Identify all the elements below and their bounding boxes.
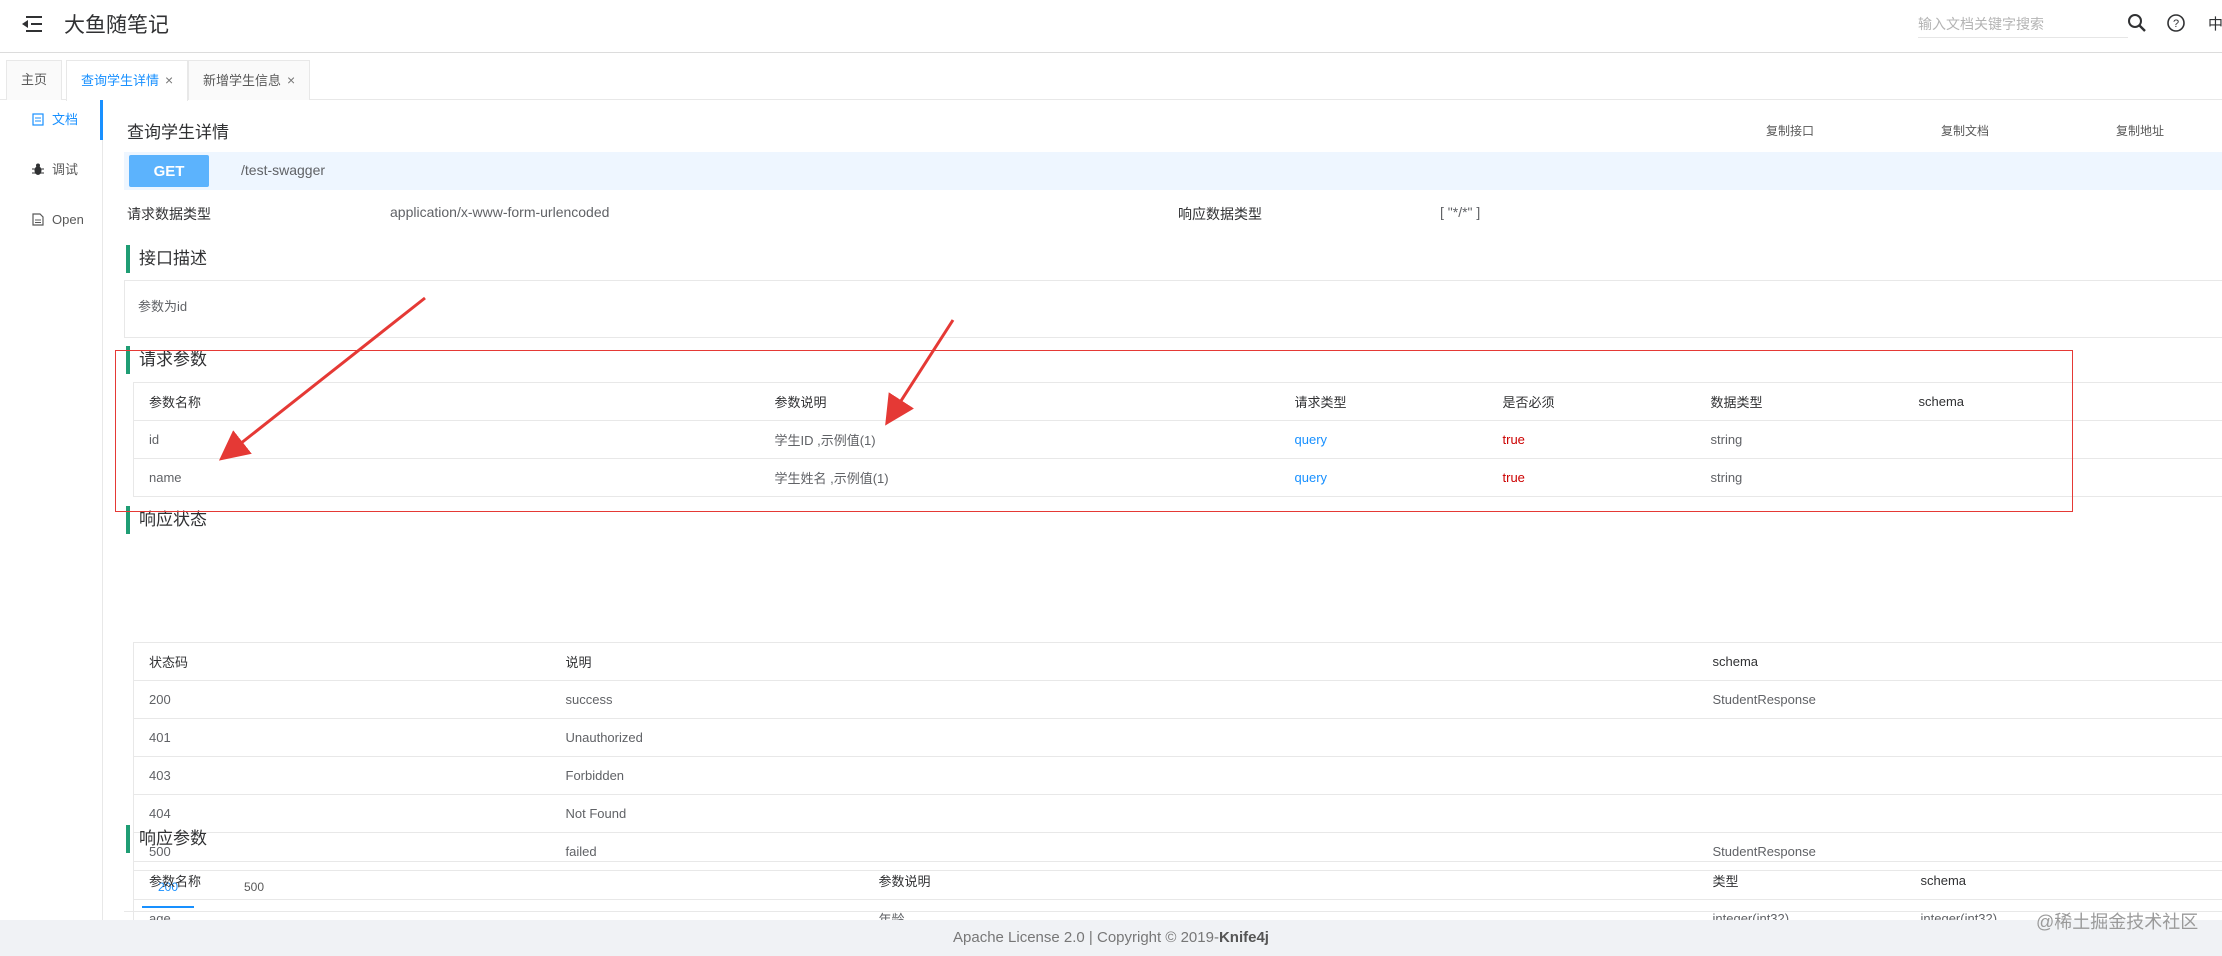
table-row: 403 Forbidden: [133, 756, 2222, 795]
column-header: 数据类型: [1695, 382, 1904, 421]
response-type-label: 响应数据类型: [1178, 206, 1262, 222]
doc-main: 查询学生详情 复制接口 复制文档 复制地址 GET /test-swagger …: [104, 100, 2222, 920]
description-text: 参数为id: [138, 299, 188, 314]
status-code: 403: [133, 756, 551, 795]
param-desc: 学生姓名 ,示例值(1): [759, 458, 1280, 497]
column-header: 参数名称: [133, 861, 864, 900]
subnav-item-open[interactable]: Open: [0, 200, 103, 240]
column-header: 参数说明: [759, 382, 1280, 421]
status-schema: [1697, 794, 2222, 833]
subnav-item-document[interactable]: 文档: [0, 100, 103, 140]
request-type-label: 请求数据类型: [127, 206, 211, 222]
footer-license: Apache License 2.0 | Copyright: [953, 929, 1166, 946]
subnav-item-debug[interactable]: 调试: [0, 150, 103, 190]
param-type: string: [1695, 458, 1904, 497]
column-header: 说明: [550, 642, 1698, 681]
tab-label: 查询学生详情: [81, 73, 160, 88]
param-desc: 学生ID ,示例值(1): [759, 420, 1280, 459]
footer-year: 2019-: [1176, 929, 1219, 946]
status-code: 200: [133, 680, 551, 719]
param-name: name: [133, 458, 760, 497]
language-switch[interactable]: 中: [2208, 13, 2222, 34]
tab-query-student-detail[interactable]: 查询学生详情 ×: [66, 60, 189, 101]
column-header: 是否必须: [1487, 382, 1696, 421]
response-type-value: [ "*/*" ]: [1440, 204, 1481, 220]
menu-fold-icon[interactable]: [20, 14, 44, 34]
tab-label: 主页: [21, 72, 48, 87]
close-icon[interactable]: ×: [165, 72, 173, 88]
status-desc: success: [550, 680, 1698, 719]
status-schema: [1697, 756, 2222, 795]
column-header: 请求类型: [1279, 382, 1488, 421]
section-request-params: 请求参数: [126, 346, 207, 374]
section-description: 接口描述: [126, 245, 207, 273]
param-schema: [1903, 458, 2222, 497]
request-type-value: application/x-www-form-urlencoded: [390, 204, 610, 220]
param-required: true: [1487, 420, 1696, 459]
svg-text:?: ?: [2173, 18, 2179, 30]
status-schema: StudentResponse: [1697, 680, 2222, 719]
subnav-label: 调试: [52, 162, 79, 177]
status-desc: Unauthorized: [550, 718, 1698, 757]
subnav-label: Open: [52, 212, 84, 227]
page-title: 查询学生详情: [127, 123, 229, 142]
table-header-row: 状态码 说明 schema: [133, 642, 2222, 681]
bug-icon: [32, 163, 44, 175]
footer-brand: Knife4j: [1218, 929, 1269, 946]
description-box: 参数为id: [124, 280, 2222, 338]
param-in: query: [1279, 458, 1488, 497]
column-header: schema: [1905, 861, 2222, 900]
column-header: schema: [1903, 382, 2222, 421]
column-header: 参数名称: [133, 382, 760, 421]
table-row: id 学生ID ,示例值(1) query true string: [133, 420, 2222, 459]
app-title: 大鱼随笔记: [64, 14, 169, 37]
param-required: true: [1487, 458, 1696, 497]
copy-doc-button[interactable]: 复制文档: [1941, 122, 1989, 139]
help-icon[interactable]: ?: [2165, 12, 2187, 34]
document-icon: [32, 113, 44, 126]
footer: Apache License 2.0 | Copyright © 2019-Kn…: [0, 920, 2222, 956]
table-row: 200 success StudentResponse: [133, 680, 2222, 719]
tab-bar: 主页 查询学生详情 × 新增学生信息 ×: [0, 54, 2222, 101]
copy-api-button[interactable]: 复制接口: [1766, 122, 1814, 139]
status-code: 401: [133, 718, 551, 757]
section-response-params: 响应参数: [126, 825, 207, 853]
tab-add-student-info[interactable]: 新增学生信息 ×: [188, 60, 311, 100]
tab-label: 新增学生信息: [203, 73, 282, 88]
copyright-icon: ©: [1165, 929, 1177, 946]
file-icon: [32, 213, 44, 226]
url-bar: [124, 152, 2222, 190]
close-icon[interactable]: ×: [287, 72, 295, 88]
table-row: name 学生姓名 ,示例值(1) query true string: [133, 458, 2222, 497]
column-header: 状态码: [133, 642, 551, 681]
status-desc: Forbidden: [550, 756, 1698, 795]
param-type: string: [1695, 420, 1904, 459]
search-input[interactable]: [1918, 10, 2128, 38]
api-path: /test-swagger: [241, 162, 326, 178]
search-icon[interactable]: [2126, 12, 2148, 34]
table-row: 404 Not Found: [133, 794, 2222, 833]
column-header: schema: [1697, 642, 2222, 681]
table-header-row: 参数名称 参数说明 类型 schema: [133, 861, 2222, 900]
request-params-table: 参数名称 参数说明 请求类型 是否必须 数据类型 schema id 学生ID …: [133, 382, 2222, 497]
status-desc: Not Found: [550, 794, 1698, 833]
column-header: 类型: [1697, 861, 1906, 900]
param-schema: [1903, 420, 2222, 459]
top-header: 大鱼随笔记 ? 中: [0, 0, 2222, 53]
table-header-row: 参数名称 参数说明 请求类型 是否必须 数据类型 schema: [133, 382, 2222, 421]
copy-url-button[interactable]: 复制地址: [2116, 122, 2164, 139]
param-in: query: [1279, 420, 1488, 459]
column-header: 参数说明: [863, 861, 1698, 900]
method-badge[interactable]: GET: [129, 155, 209, 187]
status-schema: [1697, 718, 2222, 757]
watermark: @稀土掘金技术社区: [2036, 912, 2199, 932]
param-name: id: [133, 420, 760, 459]
doc-subnav: 文档 调试 Open: [0, 100, 103, 920]
response-status-table: 状态码 说明 schema 200 success StudentRespons…: [133, 642, 2222, 871]
table-row: 401 Unauthorized: [133, 718, 2222, 757]
section-response-status: 响应状态: [126, 506, 207, 534]
subnav-label: 文档: [52, 112, 79, 127]
tab-home[interactable]: 主页: [6, 60, 63, 100]
